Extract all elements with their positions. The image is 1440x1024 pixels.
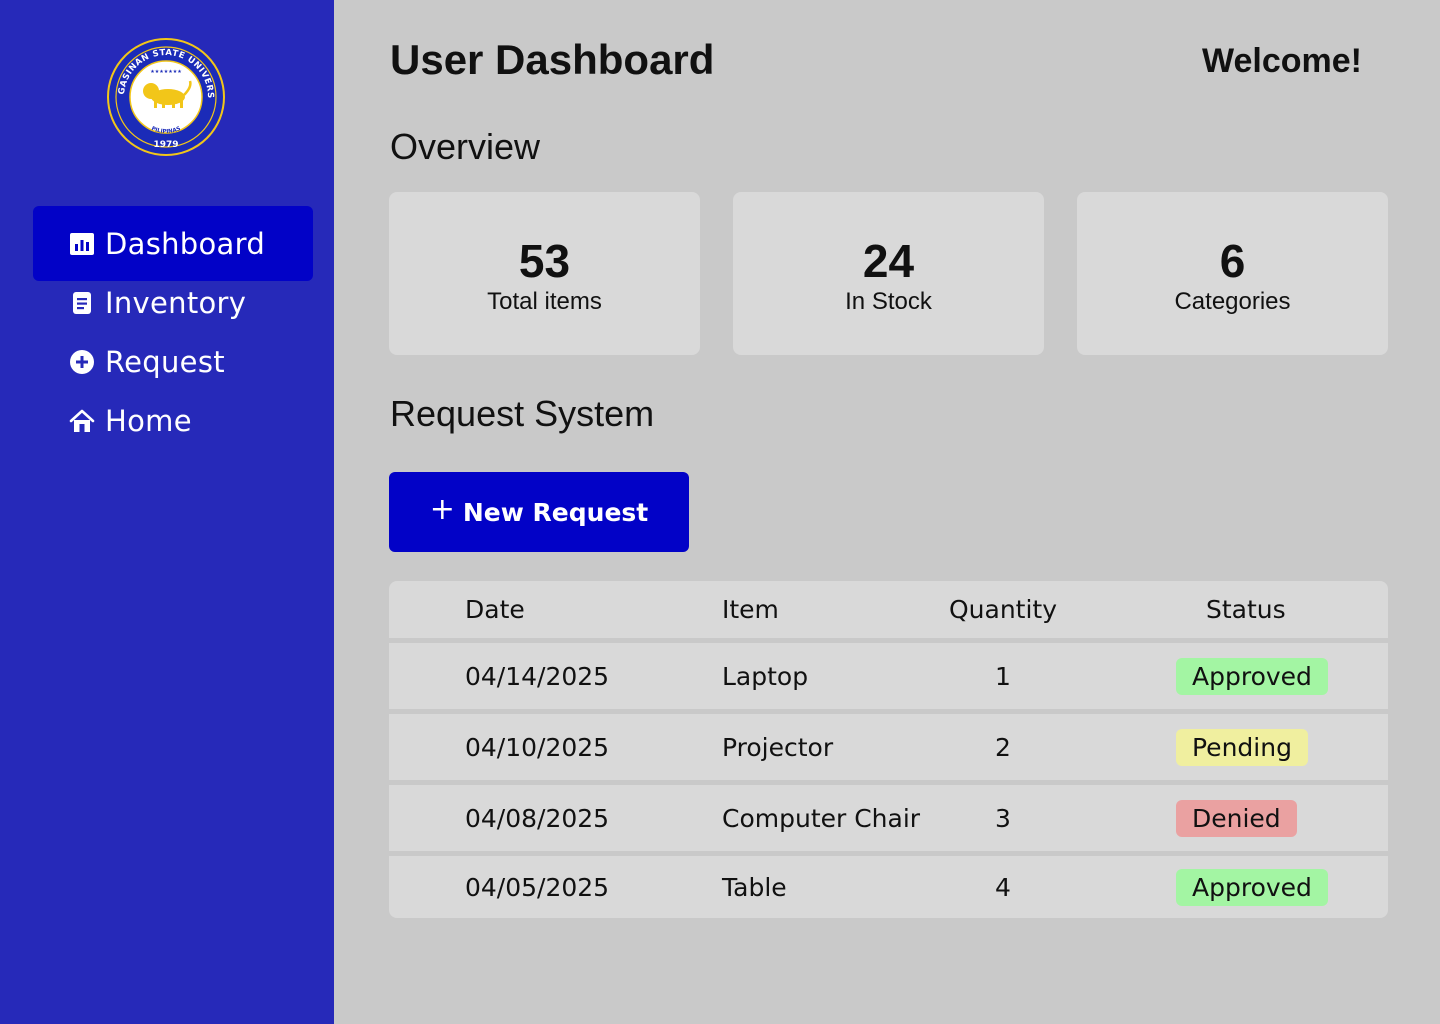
stat-label: In Stock xyxy=(845,287,932,315)
table-row[interactable]: 04/10/2025 Projector 2 Pending xyxy=(389,714,1388,780)
document-icon xyxy=(69,290,95,316)
sidebar-item-label: Request xyxy=(105,344,225,379)
request-quantity: 1 xyxy=(995,661,1011,691)
home-icon xyxy=(69,408,95,434)
sidebar-item-label: Inventory xyxy=(105,285,247,320)
stat-label: Categories xyxy=(1174,287,1291,315)
new-request-label: New Request xyxy=(462,497,649,527)
page-title: User Dashboard xyxy=(390,36,715,83)
stat-value: 24 xyxy=(862,234,915,287)
request-item: Table xyxy=(722,872,787,902)
stat-value: 53 xyxy=(518,234,571,287)
request-item: Computer Chair xyxy=(722,803,921,833)
table-header-row: Date Item Quantity Status xyxy=(389,581,1388,638)
stat-card-categories: 6 Categories xyxy=(1077,192,1388,355)
request-date: 04/05/2025 xyxy=(465,872,610,902)
requests-table: Date Item Quantity Status 04/14/2025 Lap… xyxy=(389,581,1388,918)
request-quantity: 2 xyxy=(995,732,1011,762)
chart-icon xyxy=(69,231,95,257)
column-header-item: Item xyxy=(722,595,779,624)
plus-icon: + xyxy=(429,491,455,527)
request-item: Projector xyxy=(722,732,834,762)
request-date: 04/14/2025 xyxy=(465,661,610,691)
stat-card-in-stock: 24 In Stock xyxy=(733,192,1044,355)
table-row[interactable]: 04/05/2025 Table 4 Approved xyxy=(389,856,1388,918)
status-badge: Approved xyxy=(1176,657,1328,695)
sidebar-item-home[interactable]: Home xyxy=(33,383,313,458)
request-date: 04/08/2025 xyxy=(465,803,610,833)
welcome-message: Welcome! xyxy=(1202,42,1362,80)
plus-circle-icon xyxy=(69,349,95,375)
column-header-status: Status xyxy=(1206,595,1286,624)
status-badge: Approved xyxy=(1176,868,1328,906)
stat-value: 6 xyxy=(1219,234,1246,287)
request-system-heading: Request System xyxy=(390,393,655,434)
request-item: Laptop xyxy=(722,661,809,691)
column-header-date: Date xyxy=(465,595,525,624)
table-row[interactable]: 04/14/2025 Laptop 1 Approved xyxy=(389,643,1388,709)
column-header-quantity: Quantity xyxy=(948,595,1058,624)
request-date: 04/10/2025 xyxy=(465,732,610,762)
request-quantity: 4 xyxy=(995,872,1011,902)
table-row[interactable]: 04/08/2025 Computer Chair 3 Denied xyxy=(389,785,1388,851)
university-seal-logo: PANGASINAN STATE UNIVERSITY PILIPINAS ★★… xyxy=(106,37,225,156)
star-row-icon: ★★★★★★★ xyxy=(150,69,182,75)
sidebar-item-label: Dashboard xyxy=(105,226,266,261)
overview-heading: Overview xyxy=(390,126,541,167)
status-badge: Pending xyxy=(1176,728,1308,766)
sidebar-item-label: Home xyxy=(105,403,192,438)
status-badge: Denied xyxy=(1176,799,1297,837)
new-request-button[interactable]: + New Request xyxy=(389,472,689,552)
stat-label: Total items xyxy=(487,287,602,315)
request-quantity: 3 xyxy=(995,803,1011,833)
svg-text:★★★★★★★: ★★★★★★★ xyxy=(150,69,182,75)
logo-year: 1979 xyxy=(153,140,178,150)
stat-card-total-items: 53 Total items xyxy=(389,192,700,355)
sidebar: PANGASINAN STATE UNIVERSITY PILIPINAS ★★… xyxy=(0,0,334,1024)
